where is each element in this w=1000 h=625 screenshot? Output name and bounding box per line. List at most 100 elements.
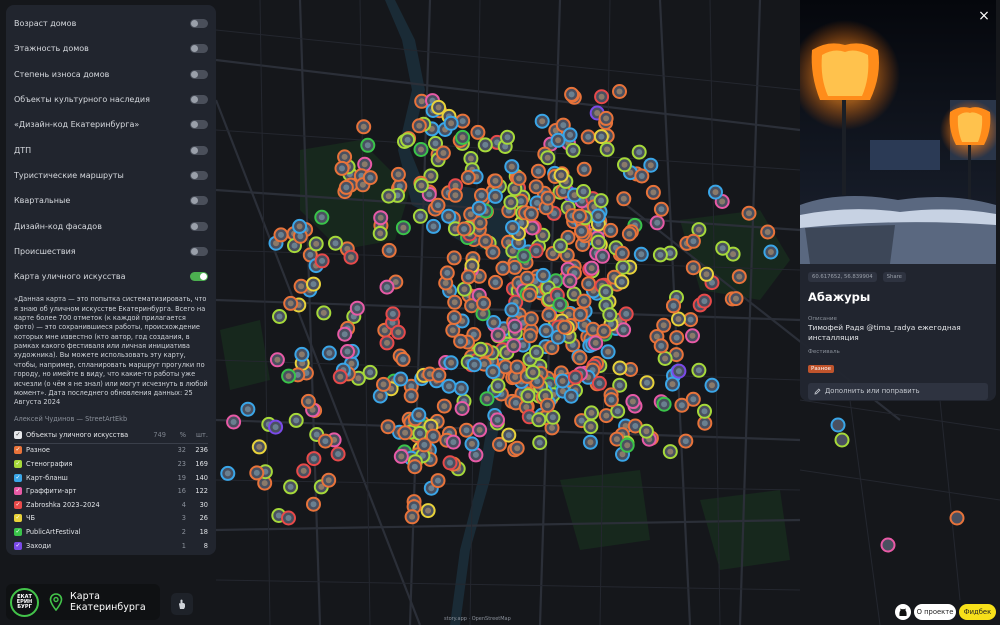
art-marker[interactable] xyxy=(596,323,612,339)
share-button[interactable]: Share xyxy=(882,272,906,282)
coords-chip[interactable]: 60.617652, 56.839904 xyxy=(808,272,877,282)
art-marker[interactable] xyxy=(522,287,537,303)
art-marker[interactable] xyxy=(445,434,461,450)
art-marker[interactable] xyxy=(390,166,406,182)
art-marker[interactable] xyxy=(362,364,378,380)
art-marker[interactable] xyxy=(617,157,632,173)
art-marker[interactable] xyxy=(657,351,673,366)
art-marker[interactable] xyxy=(501,427,517,443)
art-marker[interactable] xyxy=(678,433,694,449)
art-marker[interactable] xyxy=(500,129,515,145)
layer-row[interactable]: Карта уличного искусства xyxy=(14,264,208,289)
art-marker[interactable] xyxy=(356,119,372,135)
art-marker[interactable] xyxy=(485,364,501,380)
art-marker[interactable] xyxy=(576,161,592,177)
art-marker[interactable] xyxy=(376,376,391,392)
art-marker[interactable] xyxy=(506,338,522,354)
art-marker[interactable] xyxy=(590,234,606,250)
art-marker[interactable] xyxy=(412,208,428,224)
layer-row[interactable]: Степень износа домов xyxy=(14,62,208,87)
art-marker[interactable] xyxy=(281,368,297,384)
art-marker[interactable] xyxy=(671,363,687,379)
art-marker[interactable] xyxy=(288,412,304,428)
art-marker[interactable] xyxy=(538,323,554,339)
github-icon[interactable] xyxy=(895,604,911,620)
art-marker[interactable] xyxy=(741,205,757,221)
art-marker[interactable] xyxy=(332,369,348,385)
art-marker[interactable] xyxy=(669,330,685,346)
layer-row[interactable]: Возраст домов xyxy=(14,11,208,36)
art-marker[interactable] xyxy=(594,89,610,105)
art-marker[interactable] xyxy=(656,317,672,333)
art-marker[interactable] xyxy=(728,291,744,307)
art-marker[interactable] xyxy=(372,225,388,241)
art-marker[interactable] xyxy=(393,371,409,387)
art-marker[interactable] xyxy=(525,364,541,380)
art-marker[interactable] xyxy=(534,113,550,129)
art-marker[interactable] xyxy=(430,473,446,489)
art-marker[interactable] xyxy=(441,378,457,394)
layer-toggle[interactable] xyxy=(190,170,208,180)
art-marker[interactable] xyxy=(283,295,299,311)
art-marker[interactable] xyxy=(638,423,654,439)
art-marker[interactable] xyxy=(540,150,556,166)
art-marker[interactable] xyxy=(949,510,965,526)
art-marker[interactable] xyxy=(268,419,284,435)
art-marker[interactable] xyxy=(665,376,680,392)
art-marker[interactable] xyxy=(631,144,647,160)
art-marker[interactable] xyxy=(528,179,544,195)
art-marker[interactable] xyxy=(436,398,452,414)
art-marker[interactable] xyxy=(340,344,355,359)
art-marker[interactable] xyxy=(446,310,462,325)
layer-toggle[interactable] xyxy=(190,272,208,282)
category-checkbox[interactable]: ✓ xyxy=(14,514,22,523)
art-marker[interactable] xyxy=(557,319,573,335)
art-marker[interactable] xyxy=(403,388,419,404)
art-marker[interactable] xyxy=(316,305,332,321)
art-marker[interactable] xyxy=(381,188,397,204)
art-marker[interactable] xyxy=(505,220,520,235)
art-marker[interactable] xyxy=(456,221,472,237)
art-marker[interactable] xyxy=(591,375,607,391)
edit-button[interactable]: Дополнить или поправить xyxy=(808,382,988,400)
art-marker[interactable] xyxy=(439,265,455,281)
art-marker[interactable] xyxy=(593,129,609,145)
art-marker[interactable] xyxy=(455,129,471,145)
art-marker[interactable] xyxy=(490,327,506,343)
art-marker[interactable] xyxy=(599,141,615,157)
art-marker[interactable] xyxy=(249,465,265,481)
art-marker[interactable] xyxy=(306,451,322,467)
art-marker[interactable] xyxy=(696,293,712,309)
art-marker[interactable] xyxy=(407,459,423,475)
art-marker[interactable] xyxy=(490,378,506,394)
art-marker[interactable] xyxy=(504,302,520,318)
layer-row[interactable]: «Дизайн-код Екатеринбурга» xyxy=(14,112,208,137)
art-marker[interactable] xyxy=(602,307,618,323)
art-marker[interactable] xyxy=(269,352,285,368)
art-marker[interactable] xyxy=(699,266,714,282)
art-marker[interactable] xyxy=(541,307,557,323)
about-button[interactable]: О проекте xyxy=(914,604,956,620)
art-marker[interactable] xyxy=(306,496,321,512)
layer-row[interactable]: ДТП xyxy=(14,137,208,162)
category-row[interactable]: ✓ Стенография 23 169 xyxy=(14,457,208,471)
art-marker[interactable] xyxy=(476,295,492,311)
art-marker[interactable] xyxy=(523,311,539,327)
art-marker[interactable] xyxy=(576,184,591,199)
layer-toggle[interactable] xyxy=(190,95,208,105)
art-marker[interactable] xyxy=(435,145,451,161)
close-icon[interactable]: × xyxy=(976,8,992,24)
art-marker[interactable] xyxy=(296,463,312,479)
art-marker[interactable] xyxy=(393,448,409,464)
art-marker[interactable] xyxy=(572,208,587,224)
art-marker[interactable] xyxy=(572,306,588,322)
art-marker[interactable] xyxy=(380,419,396,435)
layer-toggle[interactable] xyxy=(190,19,208,29)
category-row[interactable]: ✓ ЧБ 3 26 xyxy=(14,512,208,526)
art-marker[interactable] xyxy=(552,297,568,312)
art-marker[interactable] xyxy=(385,306,401,322)
art-marker[interactable] xyxy=(583,419,599,435)
art-marker[interactable] xyxy=(447,187,463,203)
art-marker[interactable] xyxy=(503,194,519,210)
art-marker[interactable] xyxy=(426,218,441,234)
